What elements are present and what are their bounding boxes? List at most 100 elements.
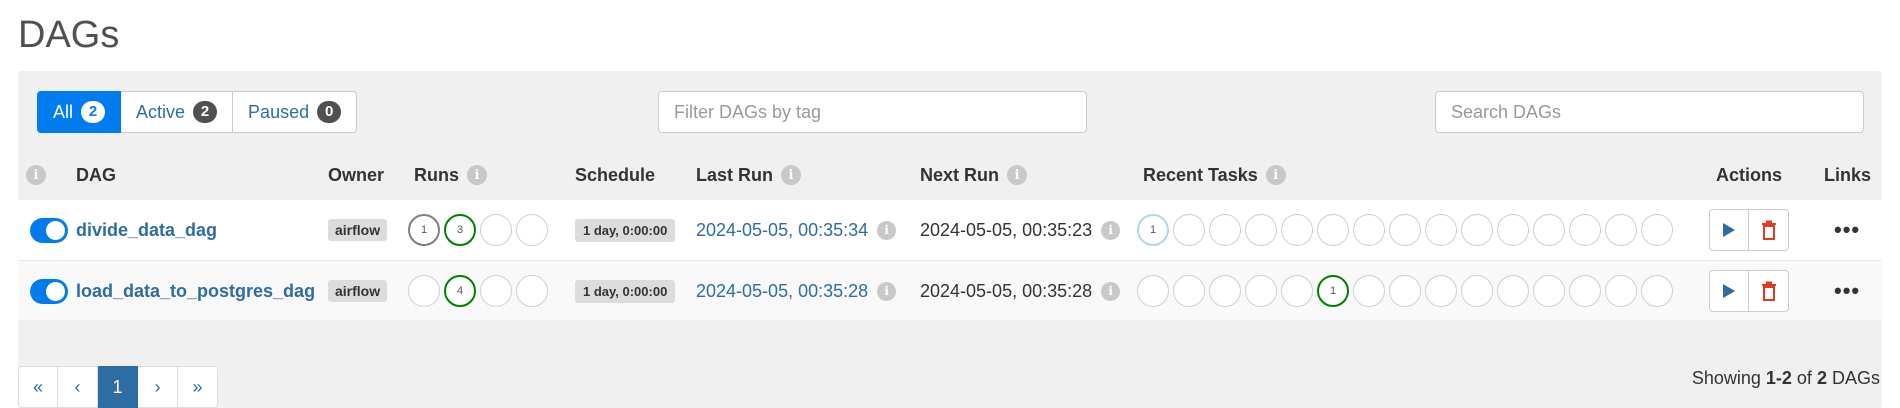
search-input[interactable]: Search DAGs	[1435, 91, 1864, 133]
task-state-circle[interactable]	[1461, 275, 1493, 307]
last-page-button[interactable]: »	[178, 366, 218, 408]
task-state-circle[interactable]	[1137, 275, 1169, 307]
last-run-link[interactable]: 2024-05-05, 00:35:34	[696, 220, 868, 241]
first-page-button[interactable]: «	[18, 366, 58, 408]
next-run-text: 2024-05-05, 00:35:28	[920, 280, 1093, 301]
table-row: load_data_to_postgres_dag airflow 4 1 da…	[18, 260, 1882, 320]
task-state-circle[interactable]: 1	[1317, 275, 1349, 307]
task-state-circle[interactable]	[1389, 275, 1421, 307]
task-state-circle[interactable]	[1425, 214, 1457, 246]
trash-icon	[1761, 281, 1776, 301]
info-icon[interactable]: i	[1101, 281, 1121, 301]
info-icon[interactable]: i	[877, 220, 897, 240]
run-state-circle[interactable]	[516, 275, 548, 307]
task-state-circle[interactable]	[1281, 214, 1313, 246]
task-state-circle[interactable]	[1173, 214, 1205, 246]
task-state-circle[interactable]	[1389, 214, 1421, 246]
info-icon[interactable]: i	[781, 165, 802, 185]
info-icon[interactable]: i	[26, 165, 46, 185]
info-icon[interactable]: i	[467, 165, 487, 185]
tag-filter-input[interactable]: Filter DAGs by tag	[658, 91, 1087, 133]
column-header-runs: Runs i	[414, 159, 487, 191]
task-state-circle[interactable]	[1497, 214, 1529, 246]
run-state-circle[interactable]: 1	[408, 214, 440, 246]
table-header: i DAG Owner Runs i Schedule Last Run i N…	[18, 159, 1882, 191]
task-state-circle[interactable]	[1533, 214, 1565, 246]
last-run-link[interactable]: 2024-05-05, 00:35:28	[696, 281, 868, 302]
toggle-switch[interactable]	[30, 278, 68, 304]
run-state-circle[interactable]	[408, 275, 440, 307]
links-menu-icon[interactable]: •••	[1834, 278, 1860, 304]
page-title: DAGs	[18, 14, 120, 56]
status-paused-label: Paused	[248, 101, 310, 122]
task-state-circle[interactable]	[1461, 214, 1493, 246]
task-state-circle[interactable]: 1	[1137, 214, 1169, 246]
column-header-links: Links	[1824, 159, 1871, 191]
run-state-circle[interactable]	[480, 275, 512, 307]
task-state-circle[interactable]	[1245, 214, 1277, 246]
showing-of: of	[1796, 368, 1812, 388]
info-icon[interactable]: i	[1265, 165, 1286, 185]
prev-page-button[interactable]: ‹	[58, 366, 98, 408]
task-state-circle[interactable]	[1353, 275, 1385, 307]
column-label-actions: Actions	[1716, 164, 1783, 185]
dag-link[interactable]: load_data_to_postgres_dag	[76, 281, 315, 302]
schedule-label[interactable]: 1 day, 0:00:00	[575, 218, 676, 242]
showing-summary: Showing 1-2 of 2 DAGs	[1692, 368, 1880, 389]
status-all-label: All	[53, 101, 74, 122]
pause-toggle[interactable]	[30, 261, 68, 321]
owner-label[interactable]: airflow	[328, 280, 388, 302]
tag-filter-placeholder: Filter DAGs by tag	[674, 101, 822, 122]
task-state-circle[interactable]	[1497, 275, 1529, 307]
status-paused-button[interactable]: Paused 0	[233, 91, 358, 133]
trigger-dag-button[interactable]	[1709, 209, 1749, 251]
run-state-circle[interactable]: 4	[444, 275, 476, 307]
task-state-circle[interactable]	[1173, 275, 1205, 307]
task-state-circle[interactable]	[1533, 275, 1565, 307]
status-active-button[interactable]: Active 2	[121, 91, 234, 133]
task-state-circle[interactable]	[1641, 275, 1673, 307]
task-state-circle[interactable]	[1245, 275, 1277, 307]
delete-dag-button[interactable]	[1749, 209, 1789, 251]
task-state-circle[interactable]	[1569, 214, 1601, 246]
next-page-button[interactable]: ›	[138, 366, 178, 408]
trash-icon	[1761, 220, 1776, 240]
dag-runs-circles: 1 3	[408, 214, 548, 246]
task-state-circle[interactable]	[1641, 214, 1673, 246]
links-menu-icon[interactable]: •••	[1834, 217, 1860, 243]
task-state-circle[interactable]	[1209, 275, 1241, 307]
recent-tasks-circles: 1	[1137, 275, 1673, 307]
task-state-circle[interactable]	[1281, 275, 1313, 307]
column-header-actions: Actions	[1716, 159, 1782, 191]
pause-toggle[interactable]	[30, 200, 68, 260]
task-state-circle[interactable]	[1353, 214, 1385, 246]
column-label-runs: Runs	[414, 164, 459, 185]
toggle-switch[interactable]	[30, 217, 68, 243]
showing-total: 2	[1816, 368, 1827, 388]
schedule-label[interactable]: 1 day, 0:00:00	[575, 279, 676, 303]
column-header-owner[interactable]: Owner	[328, 159, 384, 191]
current-page-button[interactable]: 1	[98, 366, 138, 408]
task-state-circle[interactable]	[1209, 214, 1241, 246]
dag-runs-circles: 4	[408, 275, 548, 307]
delete-dag-button[interactable]	[1749, 270, 1789, 312]
run-state-circle[interactable]: 3	[444, 214, 476, 246]
info-icon[interactable]: i	[1007, 165, 1028, 185]
task-state-circle[interactable]	[1605, 275, 1637, 307]
status-all-count: 2	[81, 101, 106, 123]
trigger-dag-button[interactable]	[1709, 270, 1749, 312]
run-state-circle[interactable]	[516, 214, 548, 246]
task-state-circle[interactable]	[1569, 275, 1601, 307]
task-state-circle[interactable]	[1425, 275, 1457, 307]
showing-suffix: DAGs	[1831, 368, 1880, 388]
info-icon[interactable]: i	[1101, 220, 1121, 240]
column-header-dag[interactable]: DAG	[76, 159, 116, 191]
status-all-button[interactable]: All 2	[37, 91, 122, 133]
dag-link[interactable]: divide_data_dag	[76, 220, 217, 241]
task-state-circle[interactable]	[1317, 214, 1349, 246]
info-icon[interactable]: i	[877, 281, 897, 301]
owner-label[interactable]: airflow	[328, 219, 388, 241]
toggle-column-header: i	[26, 159, 46, 191]
run-state-circle[interactable]	[480, 214, 512, 246]
task-state-circle[interactable]	[1605, 214, 1637, 246]
